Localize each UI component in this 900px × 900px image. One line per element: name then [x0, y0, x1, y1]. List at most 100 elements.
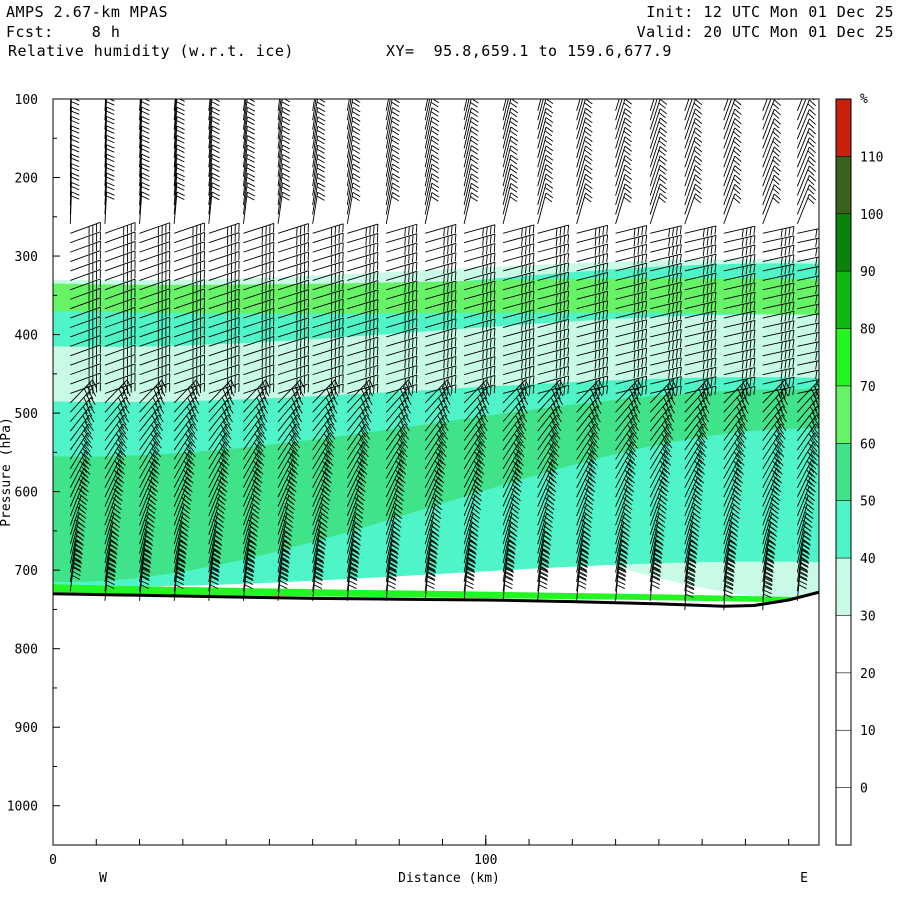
wind-barb	[576, 243, 609, 256]
wind-barb	[576, 99, 581, 111]
wind-barb	[537, 224, 570, 237]
colorbar-band	[836, 271, 851, 329]
wind-barb	[277, 242, 309, 255]
wind-barb	[464, 224, 496, 237]
wind-barb	[762, 235, 795, 247]
wind-barb	[502, 252, 535, 265]
wind-barb	[243, 232, 275, 246]
wind-barb	[386, 223, 418, 237]
x-tick-label: 100	[474, 853, 497, 868]
wind-barb	[684, 234, 717, 247]
colorbar-band	[836, 99, 851, 157]
wind-barb	[69, 99, 72, 111]
wind-barb	[502, 243, 535, 256]
wind-barb	[684, 244, 717, 257]
wind-barb	[347, 242, 379, 255]
wind-barb	[277, 191, 291, 224]
wind-barb	[723, 225, 756, 238]
colorbar-band	[836, 500, 851, 559]
colorbar-band	[836, 730, 851, 788]
colorbar-band	[836, 443, 851, 501]
y-tick-label: 800	[15, 643, 38, 658]
colorbar-band	[836, 328, 851, 386]
colorbar-label: 30	[860, 609, 876, 624]
wind-barb	[576, 224, 609, 237]
wind-barb	[346, 191, 361, 224]
wind-barb	[723, 235, 756, 247]
wind-barb	[243, 251, 275, 264]
wind-barb	[576, 99, 584, 121]
colorbar-unit: %	[860, 92, 868, 107]
wind-barb	[243, 222, 275, 236]
wind-barb	[537, 252, 570, 265]
pressure-axis: 100 200 300 400 500 600 700 800 900 1000	[7, 93, 60, 815]
wind-barb	[615, 225, 648, 237]
colorbar-band	[836, 615, 851, 673]
colorbar-band	[836, 213, 851, 272]
colorbar-label: 0	[860, 782, 868, 797]
wind-barb	[425, 252, 457, 265]
wind-barb	[386, 242, 418, 256]
y-tick-label: 500	[15, 407, 38, 422]
wind-barb	[425, 224, 457, 237]
y-tick-label: 1000	[7, 800, 38, 815]
wind-barb	[723, 244, 756, 257]
wind-barb	[464, 243, 496, 256]
wind-barb	[615, 243, 648, 256]
terrain	[53, 590, 819, 845]
y-tick-label: 700	[15, 564, 38, 579]
wind-barb	[312, 261, 344, 274]
wind-barb	[386, 233, 418, 246]
wind-barb	[576, 234, 609, 247]
y-tick-label: 900	[15, 721, 38, 736]
colorbar-label: 100	[860, 208, 883, 223]
wind-barb	[650, 244, 682, 256]
wind-barb	[104, 191, 115, 224]
wind-barb	[277, 223, 309, 236]
wind-barb	[797, 247, 819, 257]
wind-barb	[615, 99, 620, 111]
colorbar-band	[836, 787, 851, 845]
wind-barb	[797, 237, 819, 248]
y-tick-label: 200	[15, 172, 38, 187]
wind-barb	[243, 241, 275, 255]
wind-barb	[615, 99, 623, 121]
x-axis-label: Distance (km)	[398, 871, 500, 886]
west-label: W	[99, 871, 107, 886]
y-tick-label: 600	[15, 486, 38, 501]
wind-barb	[347, 251, 379, 265]
wind-barb	[537, 234, 570, 247]
east-label: E	[800, 871, 808, 886]
wind-barb	[69, 191, 80, 224]
wind-barb	[312, 223, 344, 236]
y-tick-label: 100	[15, 93, 38, 108]
wind-barb	[347, 223, 379, 237]
wind-barb	[347, 233, 379, 246]
wind-barb	[312, 191, 326, 224]
wind-barb	[615, 234, 648, 247]
wind-barb	[346, 182, 361, 215]
colorbar-band	[836, 156, 851, 214]
wind-barb	[243, 260, 275, 274]
wind-barb	[312, 232, 344, 246]
colorbar-label: 20	[860, 667, 876, 682]
colorbar-band	[836, 558, 851, 616]
colorbar-band	[836, 385, 851, 444]
colorbar-label: 50	[860, 495, 876, 510]
wind-barb	[385, 192, 400, 224]
wind-barb	[425, 242, 457, 256]
y-axis-label: Pressure (hPa)	[0, 417, 14, 527]
wind-barb	[650, 225, 682, 238]
colorbar-label: 60	[860, 437, 876, 452]
wind-barb	[347, 261, 379, 274]
wind-barb	[797, 228, 819, 238]
wind-barb	[650, 234, 682, 247]
terrain-mask	[53, 592, 819, 845]
wind-barb	[386, 252, 418, 265]
wind-barb	[277, 251, 309, 265]
wind-barb	[385, 182, 400, 215]
y-tick-label: 300	[15, 250, 38, 265]
colorbar-label: 90	[860, 265, 876, 280]
wind-barb	[537, 243, 570, 256]
wind-barb	[425, 233, 457, 246]
